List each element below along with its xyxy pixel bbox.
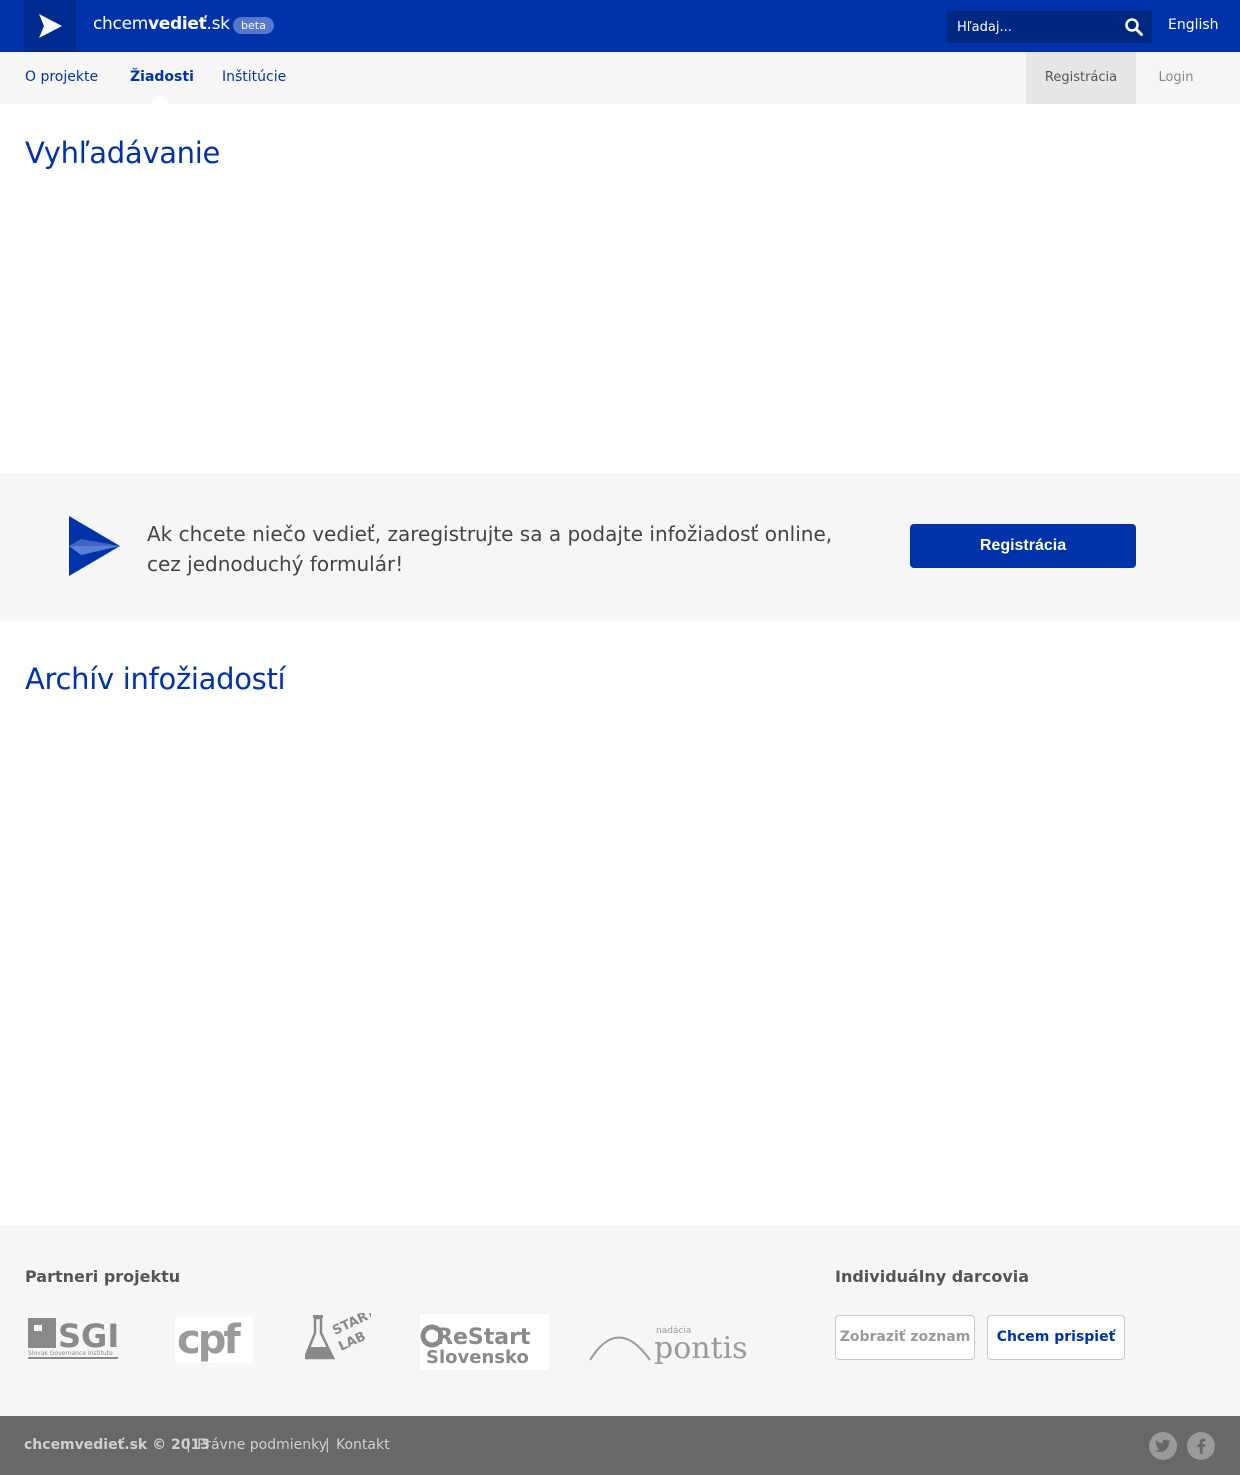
nav-item-institucie[interactable]: Inštitúcie: [222, 69, 286, 85]
partner-logo-restart-slovensko[interactable]: ReStart Slovensko: [420, 1314, 549, 1370]
nav-item-o-projekte[interactable]: O projekte: [25, 69, 98, 85]
registration-cta-banner: Ak chcete niečo vedieť, zaregistrujte sa…: [0, 473, 1240, 621]
separator: |: [325, 1437, 330, 1453]
partner-logo-sgi[interactable]: SGI Slovak Governance Institute: [27, 1317, 120, 1363]
contribute-button[interactable]: Chcem prispieť: [987, 1315, 1125, 1360]
cta-message: Ak chcete niečo vedieť, zaregistrujte sa…: [147, 522, 833, 576]
search-icon[interactable]: [1124, 17, 1144, 37]
partners-footer: Partneri projektu SGI Slovak Governance …: [0, 1225, 1240, 1416]
top-bar: chcemvedieť.sk beta English: [0, 0, 1240, 52]
beta-badge: beta: [233, 17, 274, 34]
brand-name[interactable]: chcemvedieť.sk: [93, 14, 230, 34]
terms-link[interactable]: Právne podmienky: [197, 1437, 327, 1453]
active-tab-caret: [150, 94, 170, 104]
archive-section-title: Archív infožiadostí: [25, 662, 286, 696]
separator: |: [186, 1437, 191, 1453]
search-section-title: Vyhľadávanie: [25, 136, 221, 170]
twitter-icon[interactable]: [1149, 1432, 1177, 1460]
partners-heading: Partneri projektu: [25, 1267, 181, 1286]
facebook-icon[interactable]: [1187, 1432, 1215, 1460]
nav-register-link[interactable]: Registrácia: [1026, 52, 1136, 104]
svg-text:Slovak Governance Institute: Slovak Governance Institute: [28, 1350, 113, 1357]
show-donors-list-button[interactable]: Zobraziť zoznam: [835, 1315, 975, 1360]
bottom-bar: chcemvedieť.sk © 2013 | Právne podmienky…: [0, 1416, 1240, 1475]
svg-text:pontis: pontis: [654, 1331, 748, 1366]
nav-item-ziadosti[interactable]: Žiadosti: [130, 69, 194, 85]
pontis-logo-icon: nadácia pontis: [589, 1326, 748, 1366]
search-input[interactable]: [947, 11, 1117, 43]
partner-logo-pontis[interactable]: nadácia pontis: [588, 1320, 748, 1366]
language-switch-link[interactable]: English: [1168, 17, 1219, 33]
sgi-logo-icon: SGI Slovak Governance Institute: [28, 1317, 119, 1359]
search-box: [947, 11, 1152, 43]
svg-text:cpf: cpf: [177, 1317, 241, 1363]
cpf-logo-icon: cpf: [175, 1317, 253, 1363]
register-button[interactable]: Registrácia: [910, 524, 1136, 568]
restart-logo-icon: ReStart Slovensko: [420, 1314, 549, 1370]
flask-logo-icon: START LAB: [303, 1306, 378, 1360]
nav-login-link[interactable]: Login: [1136, 52, 1216, 104]
paper-plane-icon: [69, 516, 120, 576]
contact-link[interactable]: Kontakt: [336, 1437, 390, 1453]
donors-heading: Individuálny darcovia: [835, 1267, 1030, 1286]
copyright-text: chcemvedieť.sk © 2013: [24, 1437, 210, 1453]
svg-text:Slovensko: Slovensko: [426, 1347, 529, 1368]
partner-logo-startlab[interactable]: START LAB: [303, 1306, 378, 1363]
partner-logo-cpf[interactable]: cpf: [175, 1317, 253, 1363]
home-logo-button[interactable]: [24, 0, 76, 52]
paper-plane-logo-icon: [39, 14, 62, 38]
